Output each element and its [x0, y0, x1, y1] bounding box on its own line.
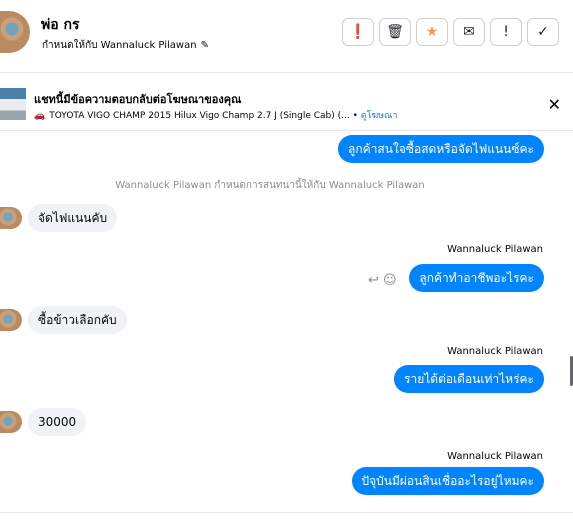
- system-message: Wannaluck Pilawan กำหนดการสนทนานี้ให้กับ…: [115, 180, 425, 191]
- sender-name: Wannaluck Pilawan: [447, 346, 543, 357]
- outgoing-message[interactable]: ลูกค้าสนใจซื้อสดหรือจัดไฟแนนซ์คะ: [338, 135, 544, 163]
- mark-done-button[interactable]: ✓: [527, 18, 559, 46]
- sender-name: Wannaluck Pilawan: [447, 451, 543, 462]
- incoming-message[interactable]: ซื้อข้าวเลือกคับ: [28, 306, 127, 334]
- outgoing-message[interactable]: รายได้ต่อเดือนเท่าไหร่คะ: [394, 365, 544, 393]
- reply-icon[interactable]: ↩: [368, 273, 379, 288]
- incoming-message[interactable]: 30000: [28, 408, 87, 436]
- contact-avatar-small[interactable]: [0, 207, 22, 229]
- ad-reply-banner: แชทนี้มีข้อความตอบกลับต่อโฆษณาของคุณ 🚗 TO…: [0, 80, 573, 131]
- emoji-react-icon[interactable]: ☺: [383, 273, 397, 288]
- check-icon: ✓: [537, 24, 549, 40]
- exclamation-icon: !: [503, 24, 509, 40]
- outgoing-message[interactable]: ปัจุบันมีผ่อนสินเชื่ออะไรอยู่ไหมคะ: [351, 467, 544, 495]
- mail-icon: ✉: [463, 24, 475, 40]
- assigned-to-label[interactable]: กำหนดให้กับ Wannaluck Pilawan ✎: [42, 38, 209, 53]
- view-ad-link[interactable]: ดูโฆษณา: [361, 111, 398, 121]
- ad-banner-subtitle: 🚗 TOYOTA VIGO CHAMP 2015 Hilux Vigo Champ…: [34, 111, 398, 121]
- contact-avatar-small[interactable]: [0, 411, 22, 433]
- mark-spam-button[interactable]: ❗: [342, 18, 374, 46]
- assigned-to-text: กำหนดให้กับ Wannaluck Pilawan: [42, 40, 197, 51]
- car-icon: 🚗: [34, 111, 46, 121]
- contact-avatar[interactable]: [0, 11, 30, 53]
- star-icon: ★: [425, 24, 439, 40]
- ad-banner-title: แชทนี้มีข้อความตอบกลับต่อโฆษณาของคุณ: [34, 93, 242, 106]
- pencil-icon[interactable]: ✎: [201, 40, 209, 51]
- close-icon[interactable]: ✕: [548, 95, 561, 114]
- sender-name: Wannaluck Pilawan: [447, 244, 543, 255]
- header-actions: ❗ 🗑 ★ ✉ ! ✓: [342, 18, 559, 46]
- conversation-header: พ่อ กร กำหนดให้กับ Wannaluck Pilawan ✎ ❗ …: [0, 0, 573, 73]
- alert-circle-icon: ❗: [349, 24, 367, 40]
- follow-up-button[interactable]: !: [490, 18, 522, 46]
- contact-name[interactable]: พ่อ กร: [41, 14, 80, 36]
- delete-button[interactable]: 🗑: [379, 18, 411, 46]
- star-button[interactable]: ★: [416, 18, 448, 46]
- trash-icon: 🗑: [386, 24, 404, 40]
- outgoing-message[interactable]: ลูกค้าทำอาชีพอะไรคะ: [409, 264, 544, 292]
- message-thread[interactable]: ลูกค้าสนใจซื้อสดหรือจัดไฟแนนซ์คะ Wannalu…: [0, 131, 573, 520]
- contact-avatar-small[interactable]: [0, 309, 22, 331]
- message-hover-actions: ↩ ☺: [368, 273, 397, 288]
- mark-unread-button[interactable]: ✉: [453, 18, 485, 46]
- ad-thumbnail[interactable]: [0, 88, 26, 120]
- incoming-message[interactable]: จัดไฟแนนคับ: [28, 204, 118, 232]
- ad-subtitle-text: TOYOTA VIGO CHAMP 2015 Hilux Vigo Champ …: [49, 111, 350, 121]
